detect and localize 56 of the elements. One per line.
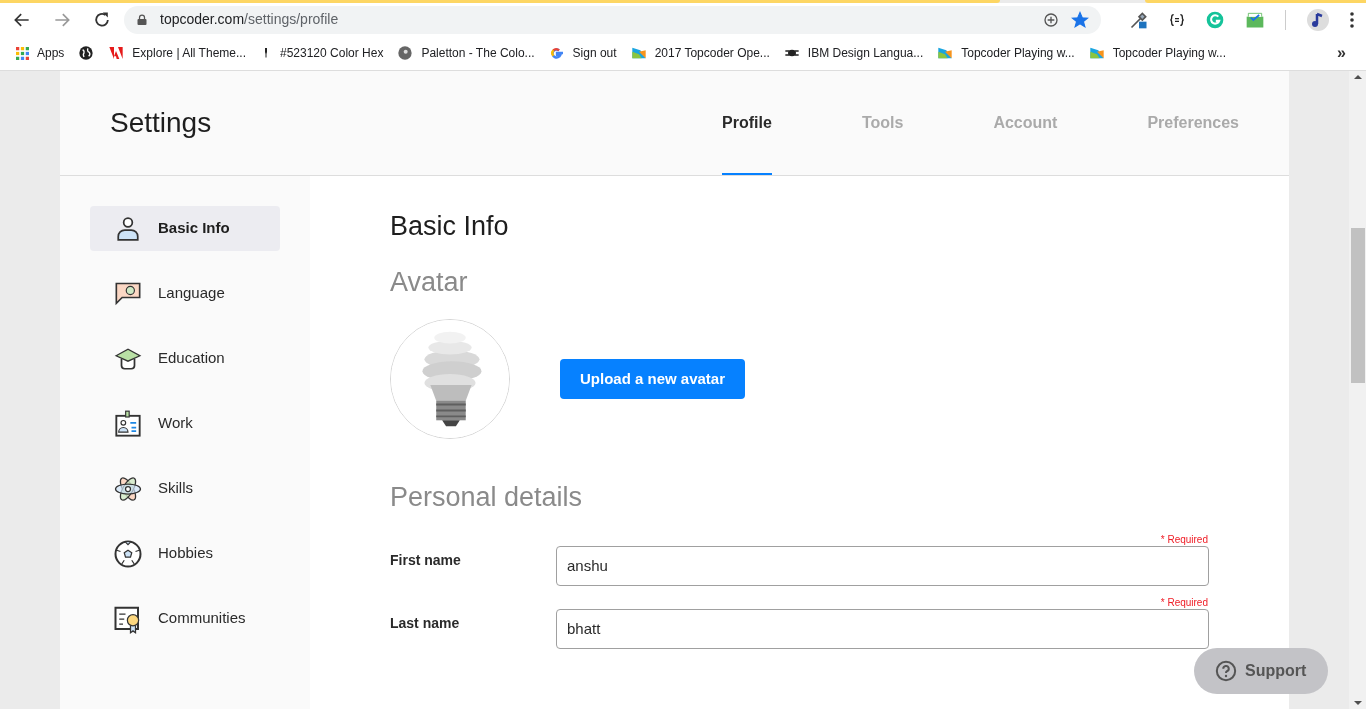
grammarly-icon	[1205, 9, 1225, 30]
eyedropper-extension-icon	[1129, 9, 1149, 30]
sidebar-item[interactable]: Hobbies	[90, 531, 280, 576]
sidebar-item[interactable]: Work	[90, 401, 280, 446]
field-label: Last name	[390, 614, 461, 633]
id-badge-icon	[113, 409, 143, 438]
sidebar-item[interactable]: Basic Info	[90, 206, 280, 251]
avatar-title: Avatar	[390, 265, 469, 299]
bookmark[interactable]: Topcoder Playing w...	[937, 44, 1075, 62]
required-note: * Required	[1160, 595, 1208, 609]
google-logo-icon	[548, 45, 565, 61]
page-title: Settings	[110, 106, 212, 140]
help-icon	[1215, 660, 1237, 682]
sidebar-item[interactable]: Education	[90, 336, 280, 381]
text-field[interactable]: bhatt	[556, 608, 1209, 649]
bookmark[interactable]: Topcoder Playing w...	[1088, 44, 1227, 62]
braces-icon	[1169, 11, 1185, 28]
apps-grid-icon	[16, 46, 29, 60]
adobe-logo-icon	[108, 45, 125, 61]
soccer-ball-icon	[113, 538, 143, 569]
add-circle-icon	[1043, 11, 1059, 28]
sidebar-item[interactable]: Skills	[90, 466, 280, 511]
scroll-up-icon	[1353, 73, 1362, 81]
bookmark[interactable]: Sign out	[548, 44, 617, 62]
globe-icon	[78, 45, 95, 61]
more-bookmarks[interactable]: »	[1337, 41, 1346, 65]
star-icon	[1071, 10, 1089, 29]
upload-avatar-button[interactable]: Upload a new avatar	[560, 359, 745, 399]
scrollbar[interactable]	[1349, 71, 1366, 709]
profile-music-note-icon	[1306, 7, 1330, 32]
scrollbar-thumb[interactable]	[1350, 227, 1365, 383]
section-heading: Basic Info	[390, 210, 510, 243]
sidebar-item[interactable]: Communities	[90, 596, 280, 641]
address-bar[interactable]: topcoder.com/settings/profile	[124, 5, 1101, 34]
text-field[interactable]: anshu	[556, 545, 1209, 586]
bookmark[interactable]: Paletton - The Colo...	[397, 44, 535, 62]
lock-icon	[136, 11, 148, 28]
bookmark[interactable]: 2017 Topcoder Ope...	[630, 44, 770, 62]
menu-icon	[1350, 11, 1354, 28]
bookmark[interactable]: IBM Design Langua...	[783, 44, 924, 62]
person-icon	[115, 215, 141, 242]
topcoder-logo-icon	[1088, 45, 1105, 61]
field-label: First name	[390, 551, 462, 570]
paletton-logo-icon	[397, 45, 414, 61]
url-text: topcoder.com/settings/profile	[160, 10, 339, 29]
bookmark[interactable]: Explore | All Theme...	[108, 44, 246, 62]
topcoder-logo-icon	[937, 45, 954, 61]
settings-tab[interactable]: Profile	[722, 71, 772, 175]
bookmark[interactable]: Apps	[16, 44, 65, 62]
personal-details-title: Personal details	[390, 481, 584, 514]
support-button[interactable]: Support	[1194, 648, 1328, 694]
required-note: * Required	[1160, 532, 1208, 546]
bookmark[interactable]: #523120 Color Hex	[260, 44, 384, 62]
sidebar-item[interactable]: Language	[90, 271, 280, 316]
topcoder-logo-icon	[630, 45, 647, 61]
scroll-down-icon	[1353, 699, 1362, 707]
